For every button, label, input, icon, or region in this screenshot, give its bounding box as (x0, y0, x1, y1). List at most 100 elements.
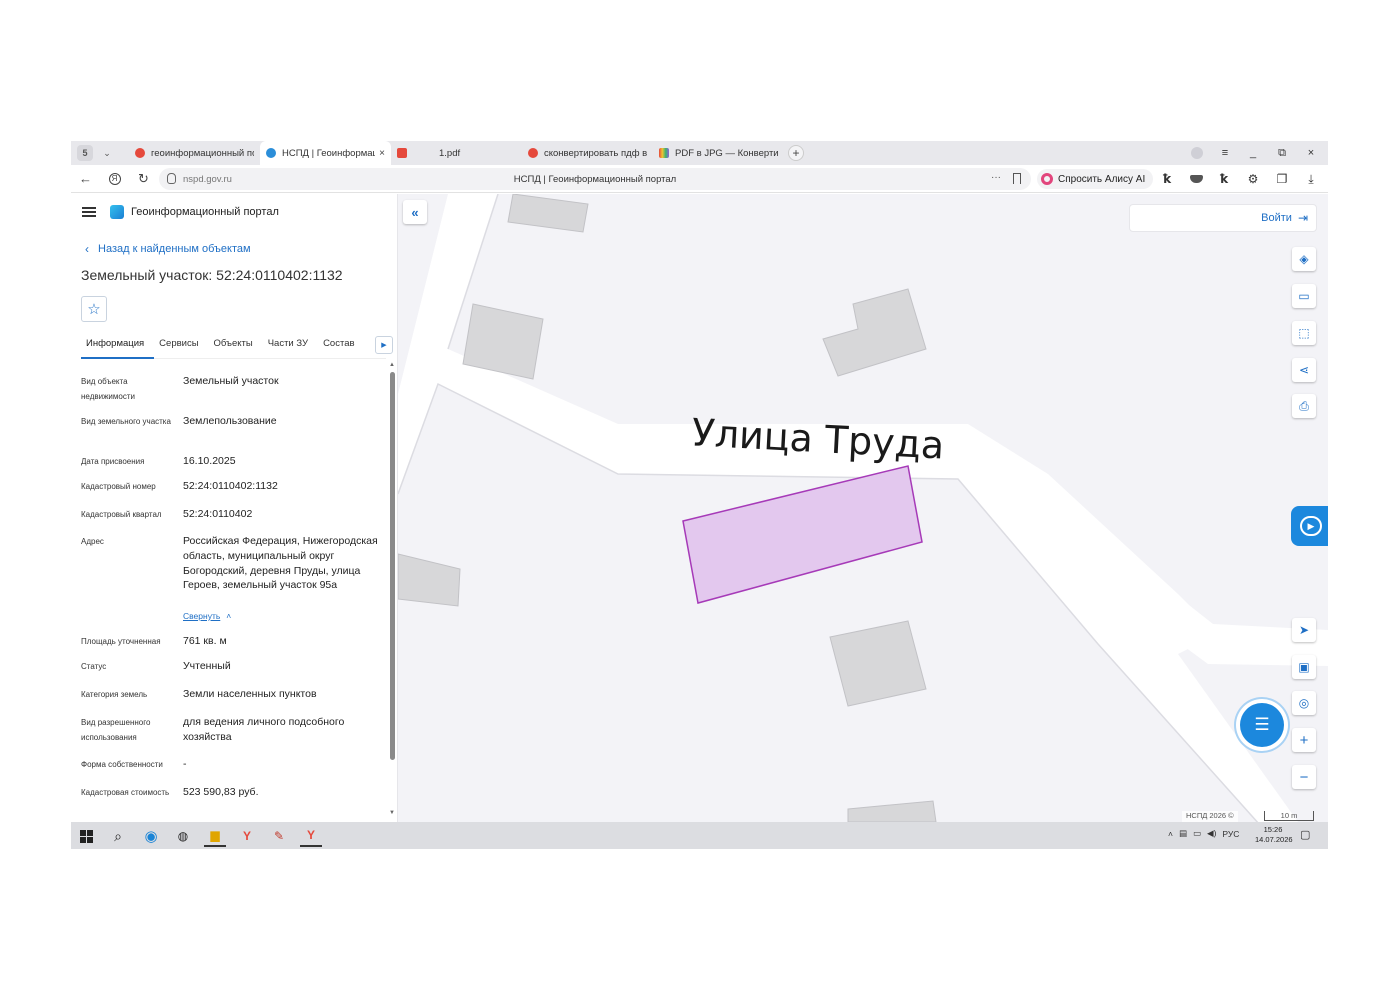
property-label: Вид объекта недвижимости (81, 377, 135, 401)
share-icon[interactable]: ⋖ (1292, 358, 1316, 382)
geo-search-icon[interactable]: ◎ (1292, 691, 1316, 715)
tab-2[interactable]: НСПД | Геоинформаци × (260, 141, 391, 165)
extension-shield-icon[interactable] (1186, 169, 1206, 189)
property-label: Адрес (81, 537, 104, 546)
url-bar[interactable]: nspd.gov.ru НСПД | Геоинформационный пор… (159, 168, 1031, 190)
layers-icon[interactable]: ◈ (1292, 247, 1316, 271)
feedback-widget-button[interactable]: ▶ (1291, 506, 1328, 546)
yandex-browser-icon[interactable]: Y (236, 825, 258, 847)
downloads-icon[interactable]: ⤓ (1301, 169, 1321, 189)
login-bar: Войти ⇥ (1129, 204, 1317, 232)
yandex-logo-icon[interactable]: Я (100, 165, 129, 193)
ruler-icon[interactable]: ▭ (1292, 284, 1316, 308)
zoom-out-icon[interactable]: − (1292, 765, 1316, 789)
tab-list-chevron-icon[interactable]: ⌄ (99, 145, 115, 161)
collapse-panel-chevron-icon[interactable]: « (403, 200, 427, 224)
bookmark-icon[interactable] (1013, 173, 1021, 184)
collections-icon[interactable]: ❐ (1272, 169, 1292, 189)
system-tray: ˄ ▤ ▭ ◀) РУС (1168, 828, 1245, 839)
scrollbar-thumb[interactable] (390, 372, 395, 760)
notifications-icon[interactable]: ▢ (1300, 828, 1310, 841)
login-button[interactable]: Войти ⇥ (1261, 211, 1308, 225)
tab-1[interactable]: геоинформационный по (129, 141, 260, 165)
windows-taskbar: ⌕ ◉ ◍ ▆ Y ✎ Y ˄ ▤ ▭ ◀) РУС 15:26 14.07.2… (71, 822, 1328, 849)
tabs-next-arrow-icon[interactable]: ▶ (375, 336, 393, 354)
restore-button[interactable]: ⧉ (1268, 141, 1296, 165)
extension-k2-icon[interactable]: ꝁ (1214, 169, 1234, 189)
property-value: Землепользование (183, 415, 277, 427)
back-link-label: Назад к найденным объектам (98, 243, 251, 255)
chevron-left-icon: ‹ (85, 242, 89, 256)
favorite-star-button[interactable]: ☆ (81, 296, 107, 322)
tab-parts[interactable]: Части ЗУ (263, 331, 318, 359)
map-basemap: Улица Труда (398, 194, 1328, 822)
tray-expand-icon[interactable]: ˄ (1168, 829, 1173, 839)
tab-4[interactable]: сконвертировать пдф в jp (522, 141, 653, 165)
tab-label: сконвертировать пдф в jp (544, 147, 647, 159)
browser-menu-button[interactable]: ≡ (1211, 141, 1239, 165)
menu-hamburger-icon[interactable] (82, 207, 96, 217)
property-label: Кадастровая стоимость (81, 788, 170, 797)
new-tab-button[interactable]: + (788, 145, 804, 161)
minimize-button[interactable]: _ (1239, 141, 1267, 165)
edge-browser-icon[interactable]: ◉ (140, 825, 162, 847)
info-tabs: Информация Сервисы Объекты Части ЗУ Сост… (81, 331, 386, 359)
map-attribution: НСПД 2026 © (1182, 811, 1238, 822)
tab-3[interactable]: 1.pdf (391, 141, 522, 165)
object-info-panel: Геоинформационный портал ‹ Назад к найде… (71, 194, 398, 822)
portal-name[interactable]: Геоинформационный портал (131, 206, 279, 218)
collapse-address-link[interactable]: Свернуть ˄ (183, 611, 231, 621)
property-value: Земли населенных пунктов (183, 688, 317, 700)
extension-k-icon[interactable]: ꝁ (1157, 169, 1177, 189)
tab-counter[interactable]: 5 (77, 145, 93, 161)
url-text[interactable]: nspd.gov.ru (183, 174, 413, 185)
tab-close-icon[interactable]: × (379, 148, 385, 159)
paint-icon[interactable]: ✎ (268, 825, 290, 847)
close-window-button[interactable]: × (1297, 141, 1325, 165)
yandex-browser-active-icon[interactable]: Y (300, 825, 322, 847)
star-icon: ☆ (87, 301, 101, 318)
back-to-results-link[interactable]: ‹ Назад к найденным объектам (85, 242, 251, 256)
portal-logo-icon[interactable] (110, 205, 124, 219)
back-arrow-icon[interactable]: ← (71, 165, 100, 193)
search-icon[interactable]: ⌕ (107, 825, 129, 847)
extensions-puzzle-icon[interactable]: ⚙ (1243, 169, 1263, 189)
profile-avatar-icon[interactable] (1183, 141, 1211, 165)
clock[interactable]: 15:26 14.07.2026 (1255, 825, 1293, 845)
map-canvas[interactable]: Улица Труда « Войти ⇥ ◈ ▭ ⬚ ⋖ ⎙ ▶ ➤ ▣ ◎ … (398, 194, 1328, 822)
property-label: Дата присвоения (81, 457, 145, 466)
tab-5[interactable]: PDF в JPG — Конвертиру (653, 141, 784, 165)
scale-bar: 10 m (1264, 811, 1314, 821)
panel-scrollbar[interactable]: ▲ ▼ (389, 362, 396, 820)
tab-label: PDF в JPG — Конвертиру (675, 147, 778, 159)
scroll-down-arrow-icon[interactable]: ▼ (389, 810, 395, 816)
chat-assistant-button[interactable]: ☰ (1240, 703, 1284, 747)
reload-icon[interactable]: ↻ (129, 165, 158, 193)
language-indicator[interactable]: РУС (1222, 829, 1239, 839)
print-icon[interactable]: ⎙ (1292, 394, 1316, 418)
chevron-up-icon: ˄ (226, 611, 232, 621)
tab-objects[interactable]: Объекты (209, 331, 263, 359)
tab-label: геоинформационный по (151, 147, 254, 159)
photos-icon[interactable]: ◍ (172, 825, 194, 847)
browser-window: 5 ⌄ геоинформационный по НСПД | Геоинфор… (71, 141, 1328, 849)
windows-start-icon[interactable] (75, 825, 97, 847)
selected-parcel[interactable] (682, 465, 923, 604)
minimap-icon[interactable]: ▣ (1292, 655, 1316, 679)
volume-icon[interactable]: ◀) (1207, 828, 1216, 839)
scroll-up-arrow-icon[interactable]: ▲ (389, 362, 395, 368)
tab-services[interactable]: Сервисы (154, 331, 208, 359)
ask-alice-button[interactable]: Спросить Алису AI (1037, 169, 1154, 189)
property-label: Вид разрешенного использования (81, 718, 151, 742)
building (822, 288, 927, 377)
locate-icon[interactable]: ➤ (1292, 618, 1316, 642)
clock-date: 14.07.2026 (1255, 835, 1293, 844)
select-area-icon[interactable]: ⬚ (1292, 321, 1316, 345)
file-explorer-icon[interactable]: ▆ (204, 825, 226, 847)
more-options-button[interactable]: ··· (991, 172, 1001, 183)
tab-info[interactable]: Информация (81, 331, 155, 359)
tab-composition[interactable]: Состав (318, 331, 364, 359)
display-icon[interactable]: ▭ (1193, 828, 1201, 839)
zoom-in-icon[interactable]: + (1292, 728, 1316, 752)
network-icon[interactable]: ▤ (1179, 828, 1187, 839)
